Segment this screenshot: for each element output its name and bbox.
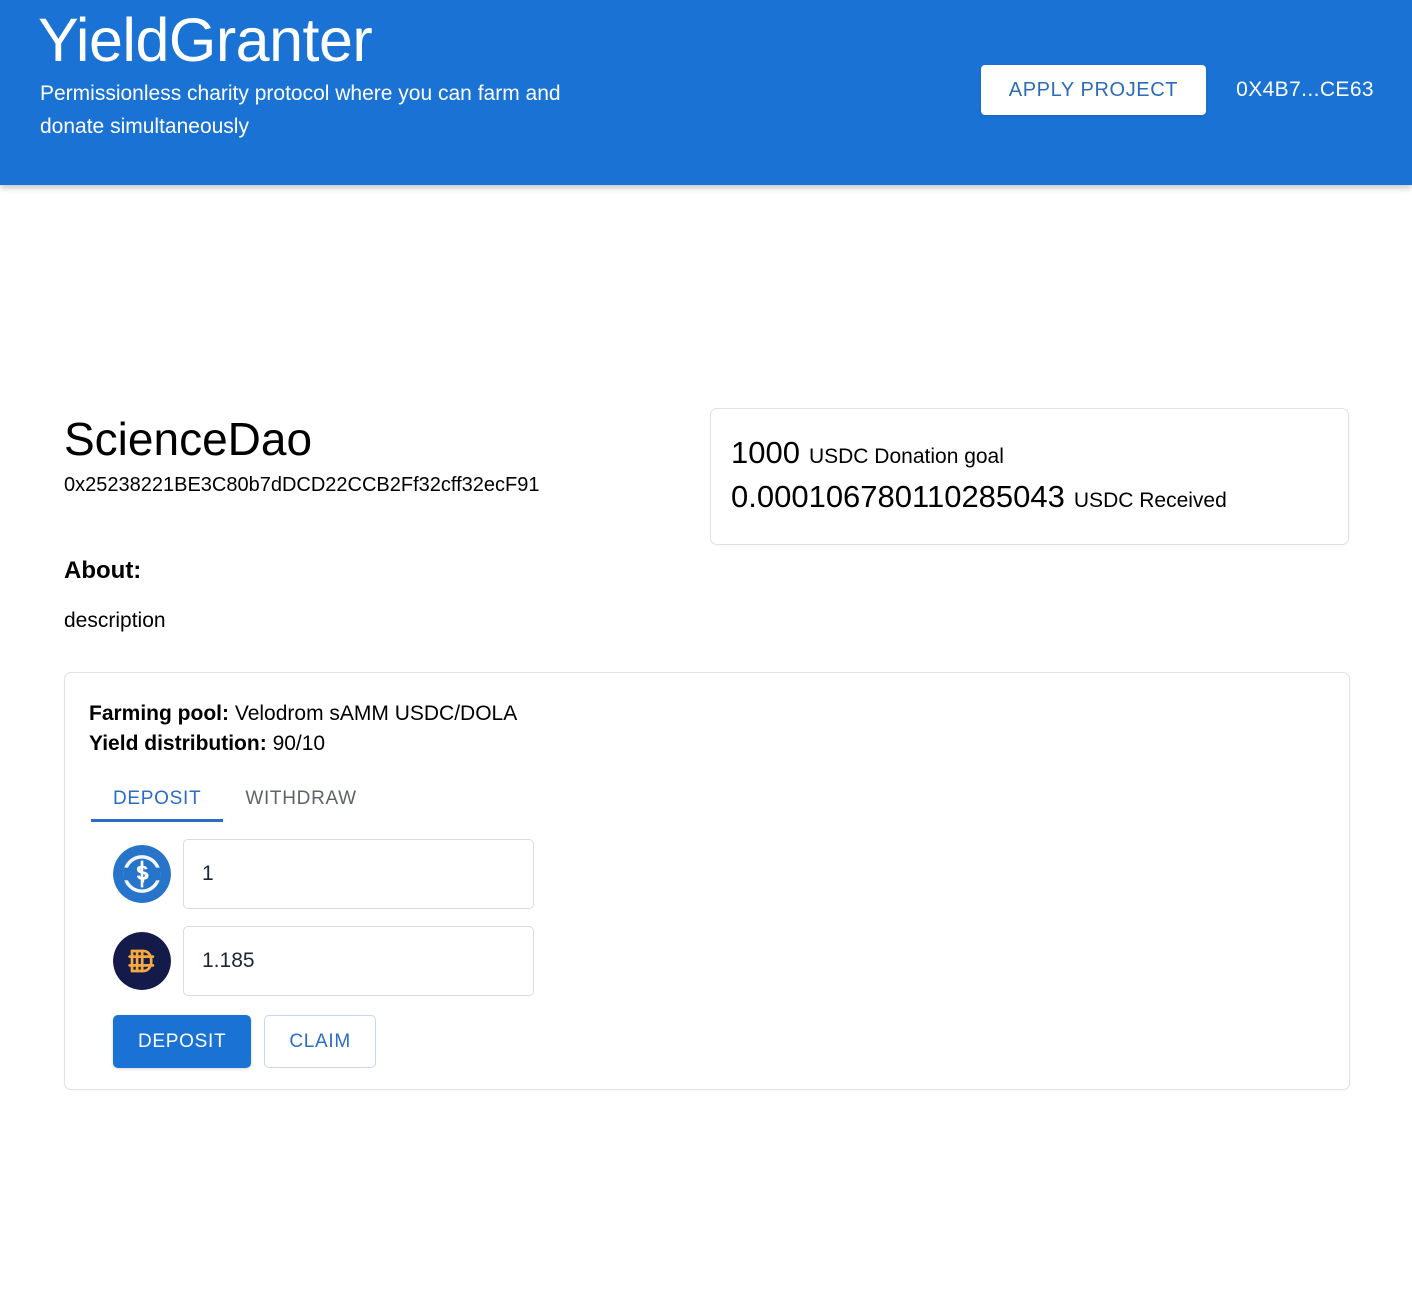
- dola-token-icon: [113, 931, 171, 990]
- yield-distribution-label: Yield distribution:: [89, 732, 267, 756]
- donation-received-row: 0.000106780110285043 USDC Received: [731, 479, 1348, 515]
- farming-actions: DEPOSIT CLAIM: [113, 1014, 1349, 1068]
- donation-goal-label: USDC Donation goal: [808, 445, 1004, 468]
- wallet-address[interactable]: 0X4B7...CE63: [1236, 78, 1374, 102]
- project-header: ScienceDao 0x25238221BE3C80b7dDCD22CCB2F…: [64, 413, 540, 499]
- donation-goal-card: 1000 USDC Donation goal 0.00010678011028…: [710, 408, 1349, 545]
- usdc-amount-input[interactable]: [183, 838, 534, 909]
- donation-received-amount: 0.000106780110285043: [731, 478, 1065, 514]
- yield-distribution-row: Yield distribution: 90/10: [89, 729, 1349, 759]
- tab-withdraw[interactable]: WITHDRAW: [223, 778, 378, 822]
- dola-amount-row: [113, 925, 1349, 996]
- donation-received-label: USDC Received: [1073, 488, 1227, 512]
- about-description: description: [64, 608, 166, 632]
- farming-pool-card: Farming pool: Velodrom sAMM USDC/DOLA Yi…: [64, 672, 1350, 1090]
- farming-pool-value: Velodrom sAMM USDC/DOLA: [234, 702, 518, 725]
- project-name: ScienceDao: [64, 413, 313, 465]
- tab-deposit[interactable]: DEPOSIT: [91, 778, 224, 822]
- deposit-button[interactable]: DEPOSIT: [113, 1014, 252, 1068]
- donation-goal-row: 1000 USDC Donation goal: [731, 435, 1348, 471]
- donation-goal-amount: 1000: [731, 435, 800, 470]
- farming-tabs: DEPOSIT WITHDRAW: [91, 778, 1349, 822]
- dola-amount-input[interactable]: [183, 925, 534, 996]
- about-title: About:: [64, 557, 142, 584]
- farming-pool-label: Farming pool:: [89, 702, 229, 725]
- apply-project-button[interactable]: APPLY PROJECT: [980, 65, 1207, 115]
- farming-pool-row: Farming pool: Velodrom sAMM USDC/DOLA: [89, 699, 1349, 729]
- about-section: About: description: [64, 557, 166, 633]
- app-subtitle: Permissionless charity protocol where yo…: [40, 81, 561, 139]
- app-header: YieldGranter Permissionless charity prot…: [0, 0, 1412, 185]
- header-actions: APPLY PROJECT 0X4B7...CE63: [980, 65, 1374, 115]
- claim-button[interactable]: CLAIM: [264, 1014, 376, 1068]
- brand-block: YieldGranter Permissionless charity prot…: [0, 0, 580, 144]
- project-contract-address: 0x25238221BE3C80b7dDCD22CCB2Ff32cff32ecF…: [64, 473, 540, 496]
- yield-distribution-value: 90/10: [272, 732, 326, 756]
- usdc-token-icon: [113, 844, 171, 903]
- app-title: YieldGranter: [38, 6, 373, 74]
- usdc-amount-row: [113, 838, 1349, 909]
